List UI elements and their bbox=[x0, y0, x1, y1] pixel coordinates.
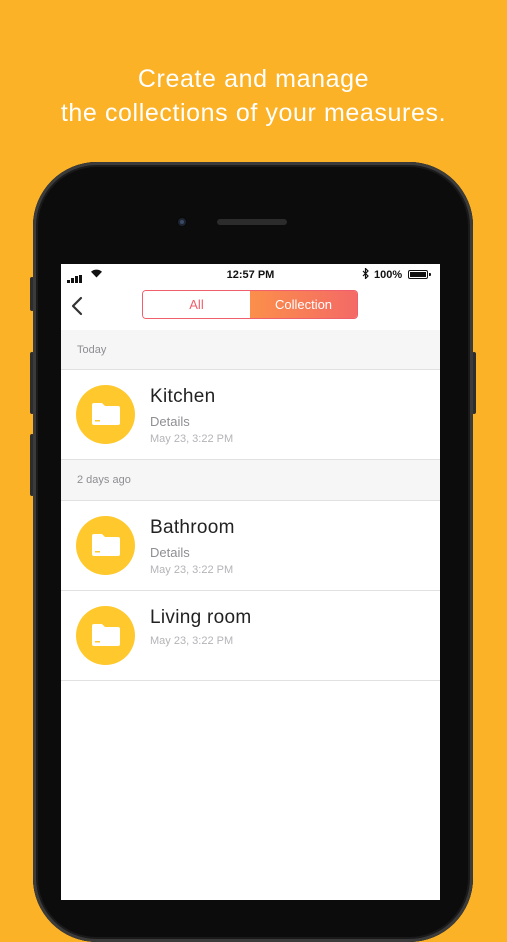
list-item-bathroom[interactable]: Bathroom Details May 23, 3:22 PM bbox=[61, 501, 440, 591]
phone-screen: 12:57 PM 100% All Collection Today Kitch… bbox=[61, 264, 440, 900]
item-details: Details bbox=[150, 414, 190, 429]
battery-icon bbox=[408, 270, 431, 279]
back-button[interactable] bbox=[67, 292, 91, 320]
item-title: Living room bbox=[150, 607, 252, 628]
list-item-kitchen[interactable]: Kitchen Details May 23, 3:22 PM bbox=[61, 370, 440, 460]
folder-icon bbox=[76, 606, 135, 665]
bluetooth-icon bbox=[362, 267, 370, 282]
collections-list: Today Kitchen Details May 23, 3:22 PM 2 … bbox=[61, 330, 440, 900]
earpiece-speaker bbox=[217, 219, 287, 225]
item-title: Bathroom bbox=[150, 517, 235, 538]
item-date: May 23, 3:22 PM bbox=[150, 564, 234, 576]
folder-icon bbox=[76, 516, 135, 575]
status-bar: 12:57 PM 100% bbox=[61, 264, 440, 286]
navigation-bar: All Collection bbox=[61, 286, 440, 330]
folder-icon bbox=[76, 385, 135, 444]
headline-line-1: Create and manage bbox=[137, 65, 370, 93]
chevron-left-icon bbox=[71, 296, 83, 316]
promo-headline: Create and manage the collections of you… bbox=[0, 62, 507, 130]
segmented-control: All Collection bbox=[142, 290, 358, 319]
front-camera bbox=[176, 216, 188, 228]
segment-all[interactable]: All bbox=[143, 291, 250, 318]
item-details: Details bbox=[150, 545, 190, 560]
segment-collection[interactable]: Collection bbox=[250, 291, 357, 318]
section-header-today: Today bbox=[61, 330, 440, 370]
section-header-2-days-ago: 2 days ago bbox=[61, 460, 440, 501]
item-date: May 23, 3:22 PM bbox=[150, 635, 234, 647]
headline-line-2: the collections of your measures. bbox=[60, 99, 447, 127]
item-date: May 23, 3:22 PM bbox=[150, 433, 234, 445]
battery-percent: 100% bbox=[374, 269, 403, 281]
list-item-living-room[interactable]: Living room May 23, 3:22 PM bbox=[61, 591, 440, 681]
item-title: Kitchen bbox=[150, 386, 216, 407]
